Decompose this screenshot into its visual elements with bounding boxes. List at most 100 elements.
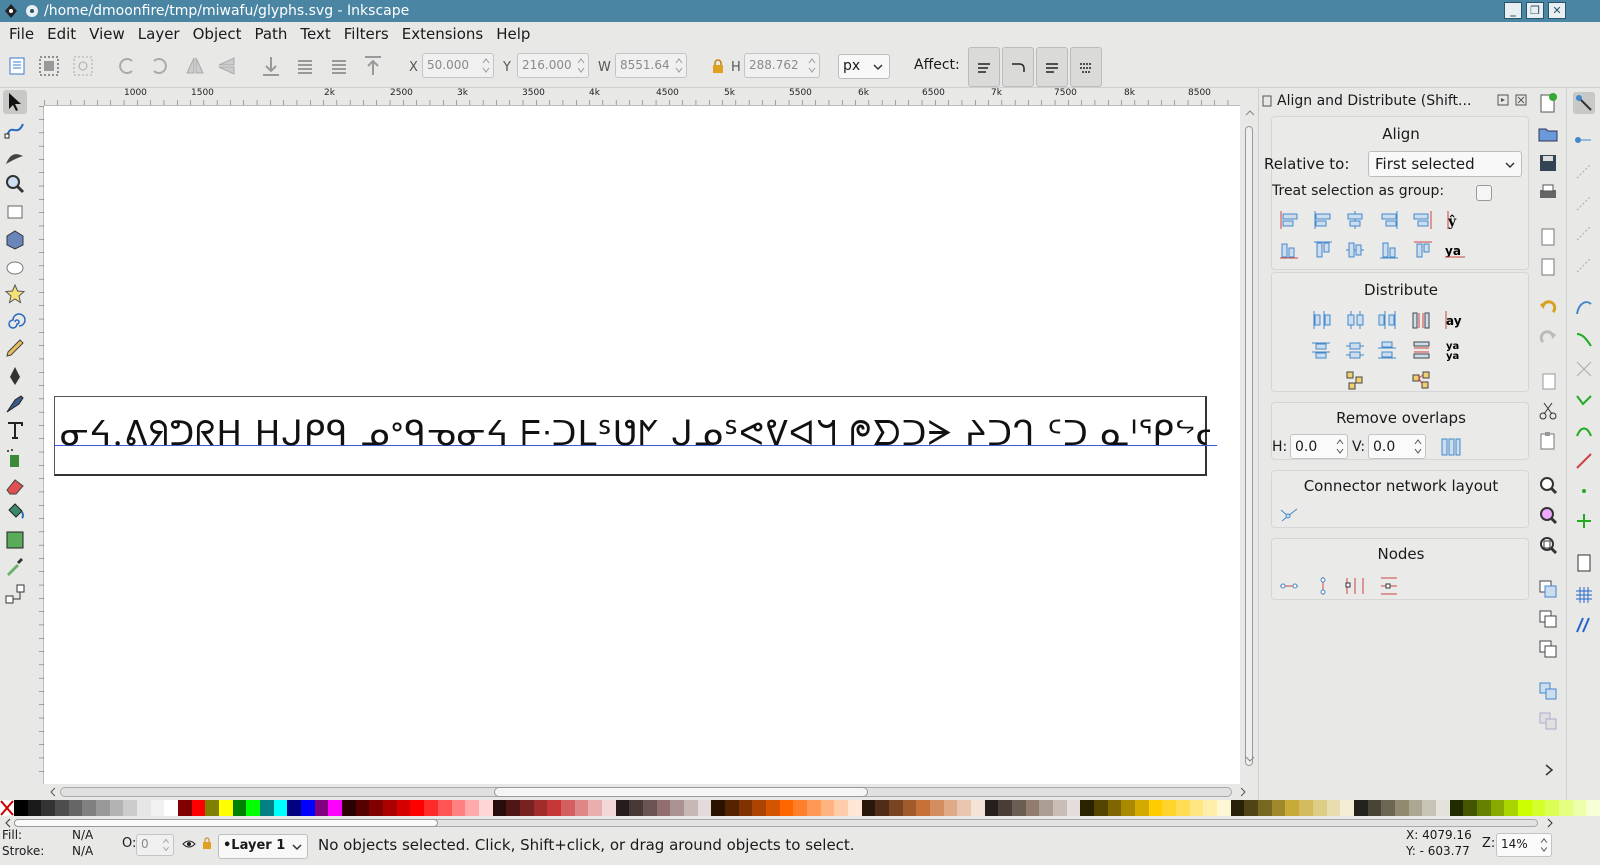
color-swatch[interactable] [1476,800,1491,816]
distribute-nodes-h-icon[interactable] [1344,575,1366,597]
color-swatch[interactable] [369,800,384,816]
deselect-icon[interactable] [70,53,96,79]
color-swatch[interactable] [437,800,452,816]
no-paint-swatch[interactable] [0,800,14,816]
glyph-text[interactable]: ᓂᔦ.ᕕᖆᕤᖇᕼ ᕼᒍᑭᑫ ᓄᐤᑫᓀᓂᔦ ᖴᐧᑐᒪᔆᕟᖼ ᒍᓄᔆᕙᕓᐊᖻ ᖘᗤᑐ… [60,414,1210,454]
color-swatch[interactable] [1135,800,1149,816]
color-swatch[interactable] [246,800,261,816]
color-swatch[interactable] [1162,800,1177,816]
new-document-icon[interactable] [1537,92,1559,114]
distribute-top-edges-icon[interactable] [1310,339,1332,361]
snap-object-midpoints-icon[interactable] [1573,480,1595,502]
overlap-v-input[interactable]: 0.0 [1368,434,1426,459]
color-swatch[interactable] [1394,800,1409,816]
align-right-icon[interactable] [1378,209,1400,231]
h-input[interactable]: 288.762 [744,53,820,78]
color-swatch[interactable] [219,800,233,816]
color-swatch[interactable] [765,800,780,816]
color-swatch[interactable] [629,800,643,816]
distribute-centers-v-icon[interactable] [1344,339,1366,361]
select-all-icon[interactable] [4,53,30,79]
dock-close-icon[interactable] [1515,94,1527,106]
align-nodes-h-icon[interactable] [1278,575,1300,597]
eraser-tool-icon[interactable] [3,474,27,498]
arrow-left-icon[interactable] [4,818,12,828]
menu-file[interactable]: File [9,25,34,43]
distribute-bottom-edges-icon[interactable] [1376,339,1398,361]
color-swatch[interactable] [1148,800,1163,816]
distribute-baselines-h-icon[interactable]: ay [1444,309,1466,331]
color-swatch[interactable] [82,800,97,816]
color-swatch[interactable] [396,800,411,816]
color-swatch[interactable] [68,800,83,816]
star-tool-icon[interactable] [3,282,27,306]
open-document-icon[interactable] [1537,122,1559,144]
affect-stroke-button[interactable] [968,47,1000,87]
snap-nodes-icon[interactable] [1573,296,1595,318]
color-swatch[interactable] [1422,800,1436,816]
color-swatch[interactable] [738,800,753,816]
horizontal-scroll-thumb[interactable] [494,787,868,797]
unlink-clone-icon[interactable] [1537,638,1559,660]
color-swatch[interactable] [355,800,370,816]
snap-grid-icon[interactable] [1573,584,1595,606]
ungroup-icon[interactable] [1537,710,1559,732]
color-swatch[interactable] [137,800,151,816]
color-swatch[interactable] [383,800,397,816]
color-swatch[interactable] [342,800,356,816]
color-swatch[interactable] [1258,800,1272,816]
affect-gradients-button[interactable] [1036,47,1068,87]
clone-icon[interactable] [1537,608,1559,630]
align-right-to-left-icon[interactable] [1278,209,1300,231]
color-swatch[interactable] [1012,800,1026,816]
node-tool-icon[interactable] [3,118,27,142]
3d-box-tool-icon[interactable] [3,228,27,252]
selector-tool-icon[interactable] [3,90,27,114]
align-bottom-to-top-icon[interactable] [1278,239,1300,261]
arrow-right-icon[interactable] [1238,787,1248,797]
chevron-right-icon[interactable] [1544,764,1554,776]
color-swatch[interactable] [1504,800,1518,816]
align-center-vertical-icon[interactable] [1344,209,1366,231]
rectangle-tool-icon[interactable] [3,200,27,224]
color-swatch[interactable] [123,800,138,816]
affect-corners-button[interactable] [1002,47,1034,87]
color-swatch[interactable] [478,800,493,816]
color-swatch[interactable] [806,800,821,816]
align-nodes-v-icon[interactable] [1312,575,1334,597]
opacity-input[interactable]: 0 [136,834,174,856]
align-left-icon[interactable] [1312,209,1334,231]
color-swatch[interactable] [1408,800,1423,816]
drawing-canvas[interactable]: ᓂᔦ.ᕕᖆᕤᖇᕼ ᕼᒍᑭᑫ ᓄᐤᑫᓀᓂᔦ ᖴᐧᑐᒪᔆᕟᖼ ᒍᓄᔆᕙᕓᐊᖻ ᖘᗤᑐ… [44,106,1240,784]
snap-line-midpoints-icon[interactable] [1573,450,1595,472]
distribute-gaps-h-icon[interactable] [1410,309,1432,331]
color-swatch[interactable] [1285,800,1300,816]
remove-overlaps-icon[interactable] [1440,436,1462,458]
color-swatch[interactable] [1217,800,1231,816]
color-swatch[interactable] [957,800,972,816]
color-swatch[interactable] [1381,800,1395,816]
color-swatch[interactable] [724,800,739,816]
color-swatch[interactable] [670,800,684,816]
redo-icon[interactable] [1537,326,1559,348]
color-swatch[interactable] [1025,800,1040,816]
color-swatch[interactable] [1353,800,1368,816]
relative-to-select[interactable]: First selected [1368,151,1522,177]
color-swatch[interactable] [301,800,315,816]
color-swatch[interactable] [273,800,288,816]
menu-text[interactable]: Text [300,25,330,43]
snap-bbox-corner-icon[interactable] [1573,192,1595,214]
overlap-h-input[interactable]: 0.0 [1290,434,1348,459]
rotate-ccw-icon[interactable] [114,53,140,79]
spray-tool-icon[interactable] [3,446,27,470]
color-swatch[interactable] [1531,800,1546,816]
color-swatch[interactable] [1340,800,1354,816]
color-swatch[interactable] [820,800,835,816]
spin-arrows-icon[interactable] [807,55,817,76]
color-swatch[interactable] [492,800,507,816]
color-swatch[interactable] [711,800,725,816]
align-baseline-vertical-icon[interactable]: ŷ [1444,209,1466,231]
snap-guides-icon[interactable] [1573,614,1595,636]
align-top-to-bottom-icon[interactable] [1412,239,1434,261]
arrange-connectors-icon[interactable] [1278,504,1300,526]
